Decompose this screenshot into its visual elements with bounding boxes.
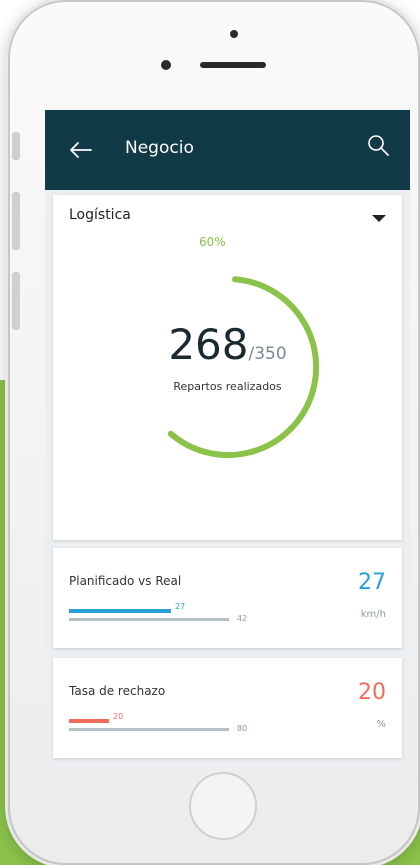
- deliveries-count: 268/350: [123, 320, 332, 369]
- mute-switch: [12, 132, 20, 160]
- deliveries-done: 268: [168, 320, 249, 369]
- home-button[interactable]: [189, 772, 257, 840]
- kpi-title: Planificado vs Real: [69, 574, 182, 588]
- kpi-card-planned-vs-real[interactable]: Planificado vs Real 27 km/h 27 42: [53, 548, 402, 648]
- kpi-bar-max: 42: [237, 614, 248, 623]
- kpi-bar-track: [69, 618, 229, 621]
- kpi-title: Tasa de rechazo: [69, 684, 166, 698]
- volume-down-button: [12, 272, 20, 330]
- page-title: Negocio: [125, 138, 194, 158]
- kpi-value: 20: [358, 680, 386, 705]
- kpi-bar-fill: [69, 719, 109, 723]
- deliveries-caption: Repartos realizados: [173, 380, 282, 393]
- kpi-bar-max: 80: [237, 724, 248, 733]
- proximity-sensor: [161, 60, 171, 70]
- progress-percent: 60%: [199, 235, 226, 249]
- kpi-bar-value: 27: [175, 602, 186, 611]
- kpi-unit: km/h: [360, 609, 386, 620]
- search-icon[interactable]: [363, 130, 395, 162]
- earpiece-speaker: [200, 62, 266, 68]
- summary-card: Logística 60% 268/350 Repartos realizado…: [53, 195, 402, 540]
- kpi-value: 27: [358, 570, 386, 595]
- deliveries-total: /350: [248, 344, 287, 364]
- kpi-bar-value: 20: [113, 712, 124, 721]
- front-camera: [230, 30, 238, 38]
- caret-down-icon: [372, 215, 386, 222]
- kpi-bar-track: [69, 728, 229, 731]
- kpi-bar-fill: [69, 609, 171, 613]
- volume-up-button: [12, 192, 20, 250]
- app-screen: Negocio Logística 60% 268/350 Repartos r…: [45, 110, 410, 767]
- kpi-card-rejection-rate[interactable]: Tasa de rechazo 20 % 20 80: [53, 658, 402, 758]
- app-header: Negocio: [45, 110, 410, 190]
- arrow-left-icon[interactable]: [65, 134, 97, 166]
- kpi-unit: %: [376, 719, 386, 730]
- phone-frame: Negocio Logística 60% 268/350 Repartos r…: [8, 0, 420, 865]
